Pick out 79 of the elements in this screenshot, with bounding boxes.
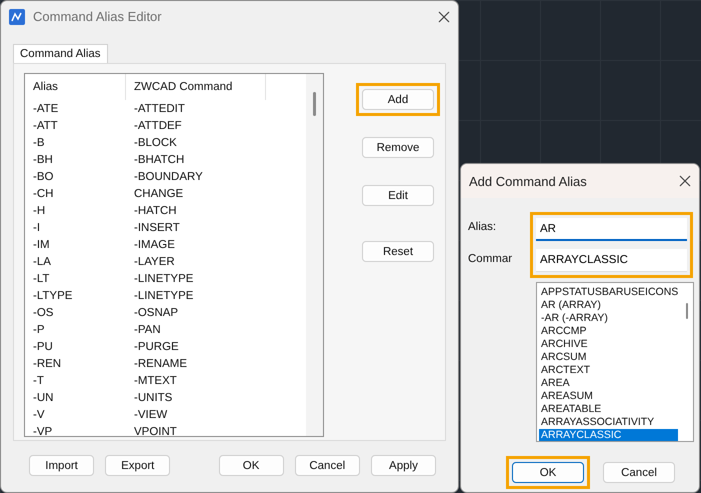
scrollbar-thumb[interactable] (686, 303, 688, 319)
dialog-button[interactable]: Cancel (603, 462, 675, 483)
table-cell-text: -BLOCK (133, 136, 177, 148)
table-cell-text: -IMAGE (133, 238, 175, 250)
list-item[interactable]: AR (ARRAY) (539, 299, 678, 312)
dialog-button[interactable]: Import (29, 455, 94, 476)
input-field[interactable]: ARRAYCLASSIC (536, 249, 687, 272)
table-cell-text: -OSNAP (133, 306, 178, 318)
dialog-button[interactable]: Add (362, 89, 434, 110)
window-title: Add Command Alias (469, 174, 587, 188)
tab[interactable]: Command Alias (13, 44, 108, 63)
list-item[interactable]: AREATABLE (539, 403, 678, 416)
table-cell-text: -OS (32, 306, 54, 318)
list-item[interactable]: ARCTEXT (539, 364, 678, 377)
table-cell-text: -VIEW (133, 408, 168, 420)
table-cell-text: -LTYPE (32, 290, 74, 302)
column-header[interactable]: Alias (25, 74, 126, 100)
table-cell-text: -V (32, 408, 46, 420)
table-cell-text: -LT (32, 272, 50, 284)
close-icon[interactable] (438, 10, 450, 22)
table-cell-text: -ATTDEF (133, 120, 182, 132)
alias-list[interactable] (24, 73, 324, 437)
dialog-button[interactable]: Reset (362, 241, 434, 262)
command-list[interactable]: APPSTATUSBARUSEICONS AR (ARRAY) -AR (-ARRAY) ARCCMP ARCHIVE ARCSUM ARCTEXT AREA AREASUM AREATABLE ARRAYASSOCIATIVITY ARRAYCLASSIC (536, 282, 694, 442)
dialog-button[interactable]: OK (512, 462, 584, 483)
dialog-button[interactable]: Edit (362, 185, 434, 206)
table-cell-text: -PURGE (133, 340, 179, 352)
window-title: Command Alias Editor (33, 9, 162, 24)
table-cell-text: -IM (32, 238, 51, 250)
table-cell-text: VPOINT (133, 426, 177, 436)
list-item[interactable]: ARRAYASSOCIATIVITY (539, 416, 678, 429)
table-cell-text: -INSERT (133, 222, 180, 234)
dialog-button[interactable]: Cancel (294, 455, 360, 476)
table-cell-text: -UN (32, 392, 54, 404)
close-icon[interactable] (679, 175, 691, 187)
dialog-button[interactable]: Apply (370, 455, 436, 476)
dialog-button[interactable]: Remove (362, 137, 434, 158)
table-cell-text: CHANGE (133, 188, 184, 200)
table-cell-text: -HATCH (133, 204, 177, 216)
table-cell-text: -LA (32, 256, 52, 268)
table-cell-text: -BO (32, 170, 54, 182)
app-logo-icon (9, 8, 25, 24)
list-item[interactable]: APPSTATUSBARUSEICONS (539, 286, 678, 299)
scrollbar[interactable] (306, 74, 323, 436)
table-cell-text: -ATTEDIT (133, 102, 185, 114)
table-cell-text: -BH (32, 154, 54, 166)
table-cell-text: -CH (32, 188, 54, 200)
table-cell-text: -ATT (32, 120, 59, 132)
table-cell-text: -VP (32, 426, 54, 436)
list-item[interactable]: AREA (539, 377, 678, 390)
table-cell-text: -LAYER (133, 256, 175, 268)
table-cell-text: -MTEXT (133, 374, 177, 386)
dialog-button[interactable]: OK (218, 455, 284, 476)
table-cell-text: -BOUNDARY (133, 170, 203, 182)
table-cell-text: -PU (32, 340, 54, 352)
table-cell-text: -LINETYPE (133, 290, 194, 302)
table-cell-text: -PAN (133, 324, 161, 336)
table-cell-text: -UNITS (133, 392, 172, 404)
list-item[interactable]: ARCHIVE (539, 338, 678, 351)
table-cell-text: -REN (32, 358, 62, 370)
list-item[interactable]: -AR (-ARRAY) (539, 312, 678, 325)
table-cell-text: -T (32, 374, 45, 386)
table-cell-text: -H (32, 204, 46, 216)
table-cell-text: -P (32, 324, 46, 336)
table-cell-text: -I (32, 222, 42, 234)
field-label: Alias: (468, 221, 498, 233)
table-cell-text: -RENAME (133, 358, 188, 370)
table-cell-text: -BHATCH (133, 154, 184, 166)
list-item[interactable]: AREASUM (539, 390, 678, 403)
table-cell-text: -LINETYPE (133, 272, 194, 284)
field-label: Commar (468, 253, 514, 265)
list-item[interactable]: ARRAYCLASSIC (539, 429, 678, 441)
table-cell-text: -ATE (32, 102, 60, 114)
table-cell-text: -B (32, 136, 46, 148)
list-item[interactable]: ARCSUM (539, 351, 678, 364)
input-field[interactable]: AR (536, 218, 687, 241)
dialog-button[interactable]: Export (105, 455, 170, 476)
column-header[interactable]: ZWCAD Command (126, 74, 266, 100)
list-item[interactable]: ARCCMP (539, 325, 678, 338)
